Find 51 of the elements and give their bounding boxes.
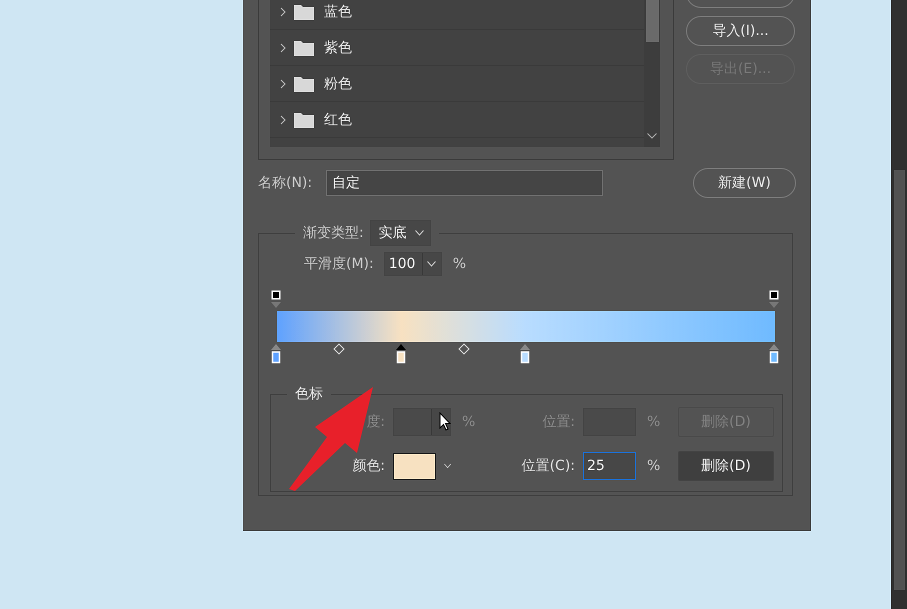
percent-unit: % <box>647 458 662 474</box>
chevron-icon[interactable] <box>280 114 286 124</box>
delete-button[interactable]: 删除(D) <box>678 451 774 481</box>
percent-unit: % <box>462 414 476 430</box>
percent-unit: % <box>452 256 466 272</box>
gradient-type-select[interactable]: 实底 <box>370 220 431 246</box>
name-label: 名称(N): <box>258 174 312 192</box>
percent-unit: % <box>647 414 662 430</box>
position-label: 位置(C): <box>520 457 576 475</box>
scrollbar-thumb[interactable] <box>646 0 658 42</box>
color-label: 颜色: <box>351 457 386 475</box>
color-stop[interactable] <box>396 344 406 364</box>
folder-icon <box>294 112 314 128</box>
scrollbar[interactable] <box>891 0 907 609</box>
dropdown-icon[interactable] <box>414 230 424 236</box>
folder-icon <box>294 40 314 56</box>
chevron-icon[interactable] <box>280 78 286 88</box>
chevron-icon[interactable] <box>280 6 286 16</box>
preset-folder-row[interactable]: 红色 <box>270 102 644 138</box>
dropdown-icon[interactable] <box>427 261 436 267</box>
scroll-down-icon[interactable] <box>647 133 657 139</box>
folder-name: 蓝色 <box>324 2 352 20</box>
name-input[interactable]: 自定 <box>326 170 604 196</box>
midpoint-marker[interactable] <box>458 343 470 355</box>
position-input[interactable]: 25 <box>583 452 636 480</box>
color-stop[interactable] <box>769 344 779 364</box>
gradient-type-label: 渐变类型: <box>303 224 364 242</box>
color-stop[interactable] <box>520 344 530 364</box>
folder-name: 紫色 <box>324 38 352 56</box>
new-button[interactable]: 新建(W) <box>693 168 796 198</box>
group-title: 色标 <box>295 385 323 403</box>
chevron-icon[interactable] <box>280 42 286 52</box>
preset-folder-row[interactable]: 粉色 <box>270 66 644 102</box>
color-stop[interactable] <box>271 344 281 364</box>
preset-folder-row[interactable]: 蓝色 <box>270 0 644 30</box>
folder-icon <box>294 76 314 92</box>
list-scrollbar[interactable] <box>644 0 660 147</box>
side-button[interactable]: 导入(I)... <box>686 16 795 46</box>
smoothness-combo[interactable]: 100 <box>384 252 442 276</box>
opacity-stop[interactable] <box>271 290 281 308</box>
folder-name: 红色 <box>324 110 352 128</box>
cursor-icon <box>439 412 451 431</box>
midpoint-marker[interactable] <box>334 343 345 355</box>
color-swatch[interactable] <box>393 452 436 480</box>
folder-name: 粉色 <box>324 74 352 92</box>
scrollbar-thumb[interactable] <box>894 170 905 590</box>
opacity-stop[interactable] <box>769 290 779 308</box>
dropdown-icon[interactable] <box>444 463 451 469</box>
preset-folder-row[interactable]: 紫色 <box>270 30 644 66</box>
folder-icon <box>294 4 314 20</box>
smoothness-label: 平滑度(M): <box>304 255 374 273</box>
